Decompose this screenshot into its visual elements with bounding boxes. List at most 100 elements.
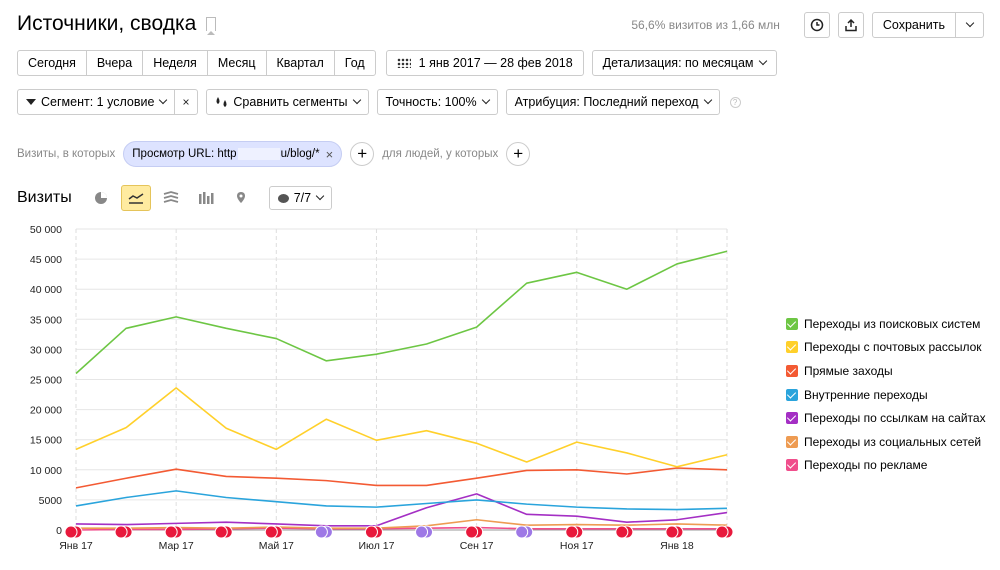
header-actions: 56,6% визитов из 1,66 млн Сохранить xyxy=(631,12,984,38)
annotation-marker[interactable] xyxy=(565,525,584,539)
y-tick-label: 5000 xyxy=(39,495,63,507)
annotations-dropdown[interactable]: 7/7 xyxy=(268,186,333,210)
period-quarter[interactable]: Квартал xyxy=(265,50,335,76)
save-button[interactable]: Сохранить xyxy=(871,12,956,38)
series-line[interactable] xyxy=(75,250,728,375)
legend-label: Внутренние переходы xyxy=(804,387,928,402)
period-yesterday[interactable]: Вчера xyxy=(85,50,144,76)
legend-label: Прямые заходы xyxy=(804,363,893,378)
chevron-down-icon xyxy=(758,56,767,66)
compare-segments-dropdown[interactable]: Сравнить сегменты xyxy=(206,89,369,115)
line-view-button[interactable] xyxy=(120,185,151,211)
accuracy-dropdown[interactable]: Точность: 100% xyxy=(376,89,498,115)
condition-chip-end: u/blog/* xyxy=(280,148,320,160)
series-line[interactable] xyxy=(75,490,728,511)
legend-label: Переходы из поисковых систем xyxy=(804,316,981,331)
series-line[interactable] xyxy=(75,526,727,531)
segment-label: Сегмент: 1 условие xyxy=(41,95,155,109)
legend-item[interactable]: Переходы по ссылкам на сайтах xyxy=(786,406,986,430)
annotation-marker[interactable] xyxy=(114,525,133,539)
legend-label: Переходы по ссылкам на сайтах xyxy=(804,411,986,426)
segment-dropdown[interactable]: Сегмент: 1 условие xyxy=(17,89,176,115)
legend-item[interactable]: Прямые заходы xyxy=(786,359,986,383)
add-user-condition-button[interactable]: + xyxy=(506,142,531,166)
y-tick-label: 45 000 xyxy=(30,254,62,266)
legend-item[interactable]: Переходы из социальных сетей xyxy=(786,430,986,454)
legend-checkbox[interactable] xyxy=(786,388,798,401)
attribution-dropdown[interactable]: Атрибуция: Последний переход xyxy=(505,89,720,115)
line-chart-icon xyxy=(128,193,144,204)
period-today[interactable]: Сегодня xyxy=(17,50,87,76)
series-line[interactable] xyxy=(75,387,728,468)
annotation-marker[interactable] xyxy=(314,525,333,539)
series-counter: 7/7 xyxy=(293,191,312,205)
x-tick-label: Сен 17 xyxy=(460,540,494,552)
history-button[interactable] xyxy=(803,12,830,38)
legend-item[interactable]: Внутренние переходы xyxy=(786,383,986,407)
close-icon xyxy=(183,99,190,105)
chevron-down-icon xyxy=(315,191,325,201)
x-tick-label: Янв 18 xyxy=(660,540,694,552)
series-line[interactable] xyxy=(75,493,728,527)
annotation-marker[interactable] xyxy=(715,525,734,539)
annotation-marker[interactable] xyxy=(415,525,434,539)
map-pin-icon xyxy=(236,192,245,203)
date-range-picker[interactable]: 1 янв 2017 — 28 фев 2018 xyxy=(385,50,584,76)
series-line[interactable] xyxy=(76,518,728,529)
legend-item[interactable]: Переходы из поисковых систем xyxy=(786,312,986,336)
legend-checkbox[interactable] xyxy=(786,459,798,472)
annotation-marker[interactable] xyxy=(465,525,484,539)
x-tick-label: Июл 17 xyxy=(359,540,395,552)
period-week[interactable]: Неделя xyxy=(142,50,208,76)
bar-view-button[interactable] xyxy=(191,185,221,211)
condition-chip[interactable]: Просмотр URL: http u/blog/* × xyxy=(123,141,343,167)
x-tick-label: Ноя 17 xyxy=(560,540,594,552)
bookmark-icon[interactable] xyxy=(206,17,217,35)
compare-icon xyxy=(216,97,227,107)
legend-item[interactable]: Переходы по рекламе xyxy=(786,454,986,478)
area-view-button[interactable] xyxy=(156,185,186,211)
y-tick-label: 20 000 xyxy=(30,405,62,417)
stacked-area-icon xyxy=(163,191,178,203)
remove-condition-icon[interactable]: × xyxy=(326,147,334,162)
annotation-marker[interactable] xyxy=(515,525,534,539)
chevron-down-icon xyxy=(481,95,490,105)
annotation-marker[interactable] xyxy=(214,525,233,539)
date-range-label: 1 янв 2017 — 28 фев 2018 xyxy=(418,56,573,70)
period-month[interactable]: Месяц xyxy=(206,50,267,76)
annotation-marker[interactable] xyxy=(364,525,383,539)
save-options-button[interactable] xyxy=(956,12,984,38)
detail-dropdown[interactable]: Детализация: по месяцам xyxy=(591,50,777,76)
redacted-domain xyxy=(237,148,280,160)
map-view-button[interactable] xyxy=(226,185,256,211)
clear-segment-button[interactable] xyxy=(174,89,199,115)
legend-checkbox[interactable] xyxy=(786,412,798,425)
annotation-marker[interactable] xyxy=(64,525,83,539)
segment-conditions: Визиты, в которых Просмотр URL: http u/b… xyxy=(17,141,538,167)
export-button[interactable] xyxy=(837,12,864,38)
y-tick-label: 10 000 xyxy=(30,465,62,477)
y-tick-label: 40 000 xyxy=(30,284,62,296)
legend-checkbox[interactable] xyxy=(786,435,798,448)
annotation-marker[interactable] xyxy=(615,525,634,539)
chevron-down-icon xyxy=(965,18,974,28)
legend-item[interactable]: Переходы с почтовых рассылок xyxy=(786,336,986,360)
attribution-label: Атрибуция: Последний переход xyxy=(514,95,699,109)
legend-checkbox[interactable] xyxy=(786,341,798,354)
legend-checkbox[interactable] xyxy=(786,364,798,377)
y-tick-label: 35 000 xyxy=(30,314,62,326)
detail-label: Детализация: по месяцам xyxy=(602,56,754,70)
annotation-marker[interactable] xyxy=(665,525,684,539)
y-tick-label: 25 000 xyxy=(30,375,62,387)
legend-label: Переходы по рекламе xyxy=(804,458,928,473)
bar-chart-icon xyxy=(198,192,214,204)
annotation-marker[interactable] xyxy=(264,525,283,539)
add-visit-condition-button[interactable]: + xyxy=(350,142,375,166)
accuracy-label: Точность: 100% xyxy=(385,95,477,109)
series-line[interactable] xyxy=(75,467,728,489)
period-year[interactable]: Год xyxy=(333,50,376,76)
pie-view-button[interactable] xyxy=(86,185,116,211)
legend-checkbox[interactable] xyxy=(786,317,798,330)
annotation-marker[interactable] xyxy=(164,525,183,539)
help-icon[interactable]: ? xyxy=(729,96,741,108)
